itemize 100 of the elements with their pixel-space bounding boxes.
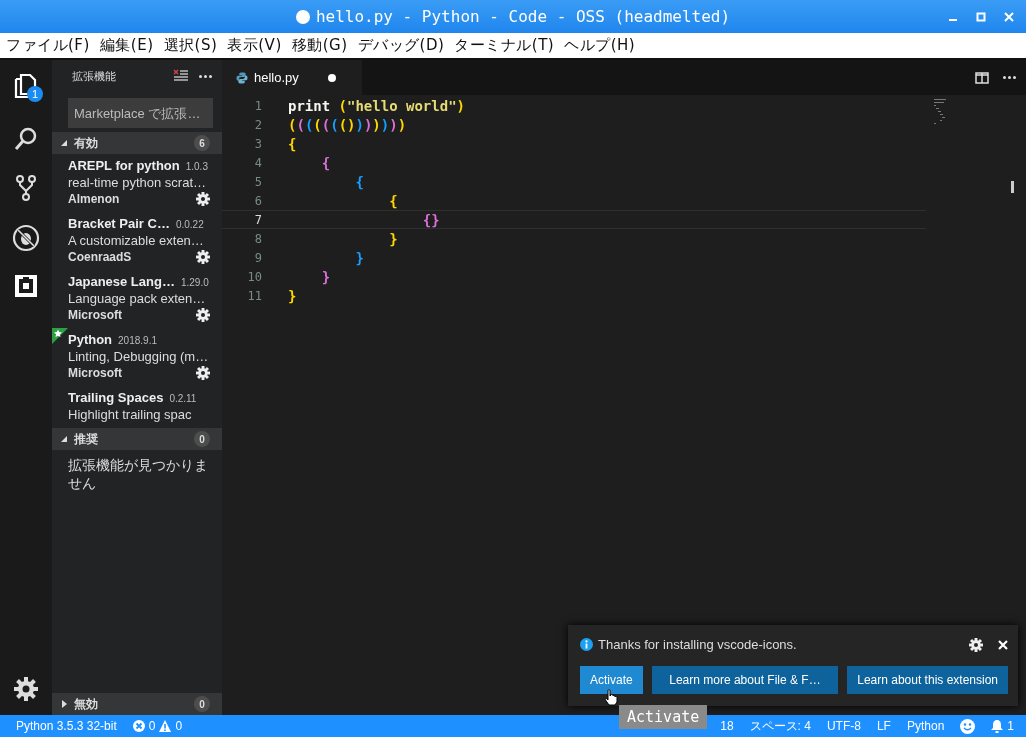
code-line: } <box>388 230 398 247</box>
extension-name: Bracket Pair C… <box>68 216 170 231</box>
tooltip: Activate <box>619 705 708 729</box>
warning-icon <box>159 720 172 732</box>
no-bug-icon[interactable] <box>12 224 40 252</box>
code-line: { <box>354 173 364 190</box>
section-title: 有効 <box>74 134 99 152</box>
extension-publisher: Microsoft <box>68 308 122 322</box>
menu-item[interactable]: ヘルプ(H) <box>564 36 636 55</box>
section-title: 推奨 <box>74 430 99 448</box>
extension-item[interactable]: Japanese Lang… 1.29.0 Language pack exten… Microsoft <box>52 270 222 328</box>
line-number: 7 <box>253 212 262 227</box>
extension-description: real-time python scrat… <box>68 175 207 190</box>
menu-item[interactable]: 編集(E) <box>99 36 154 55</box>
settings-icon[interactable] <box>14 677 38 701</box>
section-header[interactable]: 有効 6 <box>52 132 222 154</box>
code-line: } <box>320 268 331 285</box>
extension-publisher: Almenon <box>68 192 120 206</box>
extension-name: Trailing Spaces <box>68 390 164 405</box>
hand-cursor-icon <box>604 689 618 706</box>
badge: 1 <box>27 86 43 102</box>
extension-item[interactable]: Python 2018.9.1 Linting, Debugging (m… Microsoft <box>52 328 222 386</box>
code-line: print ("hello world") <box>288 97 466 114</box>
line-number: 10 <box>246 269 262 284</box>
menu-item[interactable]: 選択(S) <box>163 36 218 55</box>
search-field[interactable]: Marketplace で拡張… <box>68 98 213 128</box>
split-editor-icon[interactable] <box>975 71 989 84</box>
count-badge: 0 <box>194 696 210 712</box>
extension-version: 1.29.0 <box>180 277 209 288</box>
extension-description: Language pack exten… <box>68 291 207 306</box>
error-icon <box>132 720 145 732</box>
line-number: 8 <box>253 231 262 246</box>
gear-icon[interactable] <box>196 192 210 206</box>
settings-icon[interactable] <box>969 637 983 652</box>
menu-item[interactable]: ファイル(F) <box>6 36 90 55</box>
extension-description: A customizable exten… <box>68 233 205 248</box>
window-title: hello.py - Python - Code - OSS (headmelted) <box>315 7 731 26</box>
code-line: } <box>288 287 297 304</box>
info-icon <box>580 638 593 651</box>
warning-count: 0 <box>175 719 183 733</box>
extension-description: Linting, Debugging (m… <box>68 349 210 364</box>
code-line: { <box>288 135 297 152</box>
notification-button[interactable]: Learn more about File & F… <box>651 666 839 694</box>
code-line: { <box>388 192 398 209</box>
gear-icon[interactable] <box>196 308 210 322</box>
line-number: 1 <box>253 98 262 113</box>
gear-icon[interactable] <box>196 366 210 380</box>
count-badge: 0 <box>194 431 210 447</box>
extension-item[interactable]: Trailing Spaces 0.2.11 Highlight trailing spac <box>52 386 222 428</box>
source-control-icon[interactable] <box>15 174 37 202</box>
caret-icon <box>60 435 68 443</box>
maximize-icon[interactable] <box>976 12 986 22</box>
code-line: {} <box>421 211 440 228</box>
extension-item[interactable]: AREPL for python 1.0.3 real-time python scrat… Almenon <box>52 154 222 212</box>
notification-button[interactable]: Learn about this extension <box>847 666 1008 694</box>
extension-description: Highlight trailing spac <box>68 407 193 422</box>
extension-version: 1.0.3 <box>185 161 208 172</box>
extension-publisher: Microsoft <box>68 366 122 380</box>
search-icon[interactable] <box>13 126 39 152</box>
section-header[interactable]: 無効 0 <box>52 693 222 715</box>
menu-item[interactable]: デバッグ(D) <box>357 36 445 55</box>
menu-item[interactable]: ターミナル(T) <box>454 36 555 55</box>
extension-name: Japanese Lang… <box>68 274 175 289</box>
sidebar-title: 拡張機能 <box>72 68 117 84</box>
extension-name: AREPL for python <box>68 158 180 173</box>
line-number: 3 <box>253 136 262 151</box>
minimap-drawing <box>934 99 946 124</box>
code-line: ((((((())))))) <box>288 116 407 133</box>
section-title: 無効 <box>74 695 99 713</box>
extension-name: Python <box>68 332 113 347</box>
python-icon <box>236 71 248 84</box>
code-line: { <box>320 154 331 171</box>
count-badge: 6 <box>194 135 210 151</box>
clear-list-icon[interactable] <box>173 69 189 83</box>
menu-item[interactable]: 移動(G) <box>291 36 348 55</box>
line-number: 6 <box>253 193 262 208</box>
smiley-icon[interactable] <box>960 718 976 734</box>
menu-item[interactable]: 表示(V) <box>227 36 282 55</box>
bell-icon[interactable] <box>991 719 1004 733</box>
extension-version: 0.0.22 <box>175 219 204 230</box>
section-header[interactable]: 推奨 0 <box>52 428 222 450</box>
notification-message: Thanks for installing vscode-icons. <box>598 637 798 652</box>
extension-publisher: CoenraadS <box>68 250 132 264</box>
line-number: 4 <box>253 155 262 170</box>
editor-tab[interactable]: hello.py <box>222 60 362 95</box>
caret-icon <box>60 700 68 708</box>
extension-version: 0.2.11 <box>169 393 197 404</box>
close-icon[interactable] <box>998 639 1008 650</box>
error-count: 0 <box>148 719 156 733</box>
extensions-icon[interactable] <box>14 274 38 298</box>
notification-button[interactable]: Activate <box>580 666 643 694</box>
extension-version: 2018.9.1 <box>118 335 157 346</box>
empty-message: 拡張機能が見つかりません <box>67 456 209 492</box>
extension-item[interactable]: Bracket Pair C… 0.0.22 A customizable exten… CoenraadS <box>52 212 222 270</box>
line-number: 9 <box>253 250 262 265</box>
line-number: 2 <box>253 117 262 132</box>
line-number: 11 <box>246 288 262 303</box>
notification-count: 1 <box>1007 719 1014 733</box>
gear-icon[interactable] <box>196 250 210 264</box>
files-icon[interactable] <box>13 72 39 100</box>
